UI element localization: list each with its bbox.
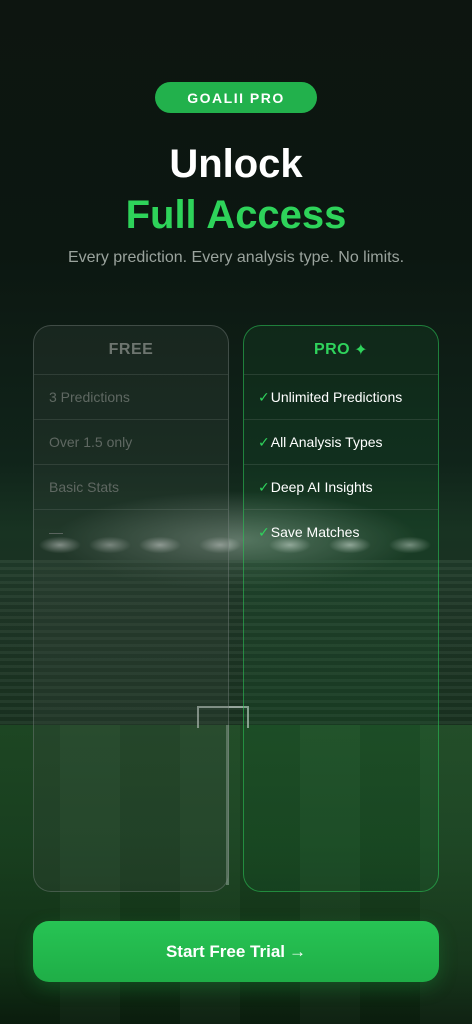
pro-plan-title: PRO <box>313 341 351 358</box>
free-feature-label: 3 Predictions <box>49 389 130 405</box>
arrow-right-icon: → <box>289 941 307 961</box>
start-free-trial-button[interactable]: Start Free Trial → <box>33 921 439 982</box>
pro-feature-label: Unlimited Predictions <box>270 389 403 405</box>
pro-feature-label: Save Matches <box>270 524 360 540</box>
pro-feature-label: All Analysis Types <box>270 434 383 450</box>
free-feature-label: Over 1.5 only <box>49 434 133 450</box>
pro-feature-row: ✓ Save Matches <box>244 509 438 554</box>
checkmark-icon: ✓ <box>258 478 270 495</box>
checkmark-icon: ✓ <box>258 523 270 540</box>
checkmark-icon: ✓ <box>258 433 270 450</box>
pro-feature-row: ✓ Unlimited Predictions <box>244 374 438 419</box>
subtitle: Every prediction. Every analysis type. N… <box>67 249 405 266</box>
start-free-trial-label: Start Free Trial <box>165 941 286 961</box>
free-plan-card: FREE 3 Predictions Over 1.5 only Basic S… <box>33 325 229 892</box>
free-feature-row: — <box>34 509 228 554</box>
free-feature-row: Over 1.5 only <box>34 419 228 464</box>
headline-line-2: Full Access <box>125 193 347 237</box>
free-plan-title: FREE <box>108 341 154 358</box>
free-feature-row: 3 Predictions <box>34 374 228 419</box>
free-feature-row: Basic Stats <box>34 464 228 509</box>
pro-feature-row: ✓ All Analysis Types <box>244 419 438 464</box>
pro-plan-card: PRO ✦ ✓ Unlimited Predictions ✓ All Anal… <box>243 325 439 892</box>
checkmark-icon: ✓ <box>258 388 270 405</box>
free-feature-label: — <box>49 524 63 540</box>
pro-feature-label: Deep AI Insights <box>270 479 373 495</box>
pro-feature-row: ✓ Deep AI Insights <box>244 464 438 509</box>
pro-plan-header: PRO ✦ <box>244 326 438 374</box>
sparkle-icon: ✦ <box>354 342 369 359</box>
paywall-screen: GOALII PRO Unlock Full Access Every pred… <box>0 0 472 1024</box>
free-feature-label: Basic Stats <box>49 479 120 495</box>
headline-line-1: Unlock <box>169 142 303 186</box>
pro-badge: GOALII PRO <box>155 82 317 113</box>
